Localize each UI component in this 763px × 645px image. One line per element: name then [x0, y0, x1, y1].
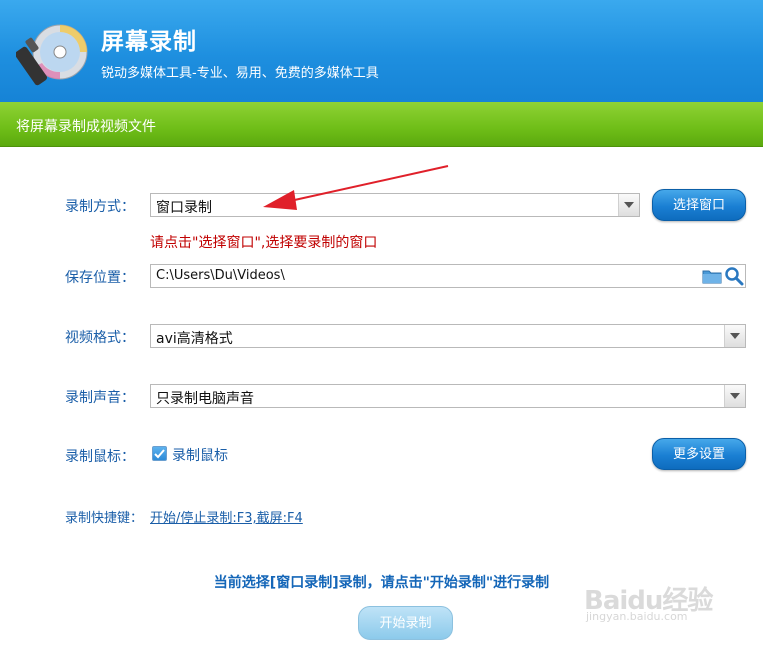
save-location-field[interactable]: C:\Users\Du\Videos\ [150, 264, 746, 288]
shortcut-label: 录制快捷键： [65, 511, 144, 526]
record-mouse-label: 录制鼠标： [65, 449, 135, 465]
search-icon[interactable] [724, 266, 744, 286]
record-audio-select[interactable]: 只录制电脑声音 [150, 384, 746, 408]
video-format-value: avi高清格式 [156, 331, 233, 347]
video-format-label: 视频格式： [65, 330, 135, 346]
annotation-arrow-icon [263, 165, 449, 210]
start-recording-button[interactable]: 开始录制 [358, 606, 453, 640]
chevron-down-icon[interactable] [724, 325, 745, 347]
watermark-url: jingyan.baidu.com [586, 610, 688, 623]
record-mouse-checkbox[interactable] [152, 446, 167, 461]
save-location-label: 保存位置： [65, 270, 135, 286]
checkmark-icon [154, 449, 165, 459]
chevron-down-icon[interactable] [724, 385, 745, 407]
record-audio-value: 只录制电脑声音 [156, 391, 254, 407]
folder-icon[interactable] [702, 266, 722, 286]
video-format-select[interactable]: avi高清格式 [150, 324, 746, 348]
record-mouse-checkbox-label[interactable]: 录制鼠标 [172, 445, 228, 465]
baidu-watermark: Baidu经验 jingyan.baidu.com [584, 566, 724, 626]
more-settings-button[interactable]: 更多设置 [652, 438, 746, 470]
shortcut-link[interactable]: 开始/停止录制:F3,截屏:F4 [150, 507, 303, 526]
save-location-value: C:\Users\Du\Videos\ [156, 268, 285, 283]
record-audio-label: 录制声音： [65, 390, 135, 406]
